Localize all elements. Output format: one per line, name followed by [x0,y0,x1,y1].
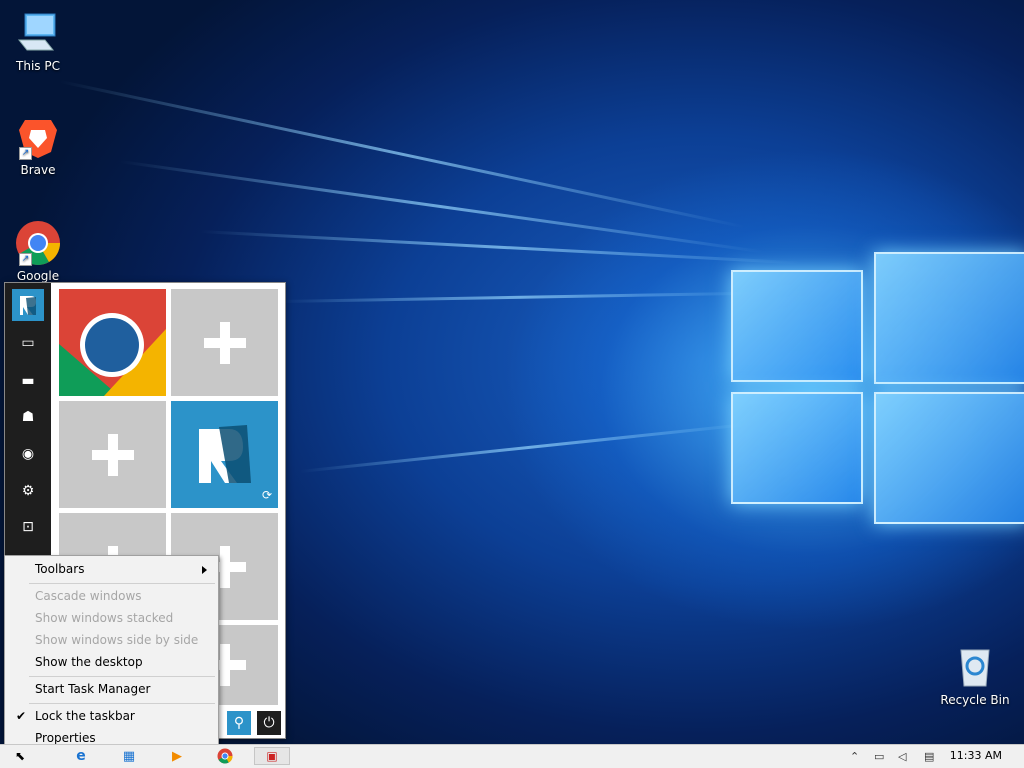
chrome-icon: ↗ [15,220,61,266]
folder-icon: ▬ [21,373,35,389]
menu-item-label: Cascade windows [35,589,142,603]
taskbar-media-player[interactable]: ▶ [168,747,186,765]
rail-users[interactable]: ☗ [12,401,44,433]
wallpaper-pane [731,392,863,504]
menu-item-start-task-manager[interactable]: Start Task Manager [6,679,217,700]
rail-folder[interactable]: ▬ [12,365,44,397]
start-menu-bottom-bar: ⚲ ⏻ [215,711,283,735]
taskbar: ⬉ e ▦ ▶ ▣ ⌃ ▭ ◁ ▤ 11:33 AM [0,744,1024,768]
network-icon: ◉ [21,446,35,462]
submenu-arrow-icon [202,566,207,574]
desktop-icon-label: Google [16,269,60,283]
desktop-icon-google[interactable]: ↗ Google [0,220,76,283]
rail-settings[interactable]: ⚙ [12,475,44,507]
plus-icon [203,321,246,364]
desktop-icon-brave[interactable]: ↗ Brave [0,114,76,177]
menu-item-label: Show windows stacked [35,611,174,625]
notification-tray-icon[interactable]: ▤ [924,750,934,763]
desktop-icon-label: This PC [16,59,60,73]
search-button[interactable]: ⚲ [227,711,251,735]
tile-add-1[interactable] [171,289,278,396]
edge-icon: e [76,748,86,764]
sync-icon: ⟳ [261,488,272,502]
menu-item-show-windows-stacked[interactable]: Show windows stacked [6,608,217,629]
shortcut-arrow-icon: ↗ [19,147,32,160]
settings-icon: ⚙ [21,483,35,499]
taskbar-clock[interactable]: 11:33 AM [950,749,1002,762]
menu-item-toolbars[interactable]: Toolbars [6,559,217,580]
brave-lion-icon: ↗ [15,114,61,160]
checkmark-icon: ✔ [16,709,27,723]
menu-separator [29,703,215,704]
performance-icon: ⊡ [22,519,34,535]
tile-app-logo[interactable]: ⟳ [171,401,278,508]
desktop-icon-label: Recycle Bin [940,693,1010,707]
taskbar-chrome[interactable] [216,747,234,765]
plus-icon [91,433,134,476]
wallpaper-beam [299,421,758,473]
menu-item-label: Toolbars [35,562,85,576]
taskbar-context-menu: Toolbars Cascade windows Show windows st… [4,555,219,751]
wallpaper-beam [279,291,760,303]
taskbar-app-window[interactable]: ▣ [254,747,290,765]
media-player-icon: ▶ [172,748,182,764]
rail-performance[interactable]: ⊡ [12,511,44,543]
computer-icon [15,10,61,56]
shortcut-arrow-icon: ↗ [19,253,32,266]
wallpaper-beam [119,160,764,254]
desktop-icon-recycle-bin[interactable]: Recycle Bin [937,644,1013,707]
taskbar-edge[interactable]: e [72,747,90,765]
chrome-icon [59,289,166,396]
menu-item-show-desktop[interactable]: Show the desktop [6,652,217,673]
app-logo-icon [20,296,36,315]
menu-item-lock-taskbar[interactable]: ✔ Lock the taskbar [6,706,217,727]
search-icon: ⚲ [233,715,245,731]
rail-app-logo[interactable] [12,289,44,321]
volume-tray-icon[interactable]: ◁ [898,750,906,763]
menu-separator [29,583,215,584]
cursor-icon: ⬉ [14,749,26,763]
menu-item-cascade-windows[interactable]: Cascade windows [6,586,217,607]
app-window-icon: ▣ [266,749,278,763]
menu-item-show-windows-side-by-side[interactable]: Show windows side by side [6,630,217,651]
wallpaper-beam [199,230,800,265]
menu-item-label: Lock the taskbar [35,709,135,723]
network-tray-icon[interactable]: ▭ [874,750,884,763]
power-button[interactable]: ⏻ [257,711,281,735]
menu-item-label: Start Task Manager [35,682,151,696]
wallpaper-beam [59,80,746,229]
power-icon: ⏻ [263,715,275,731]
tile-add-2[interactable] [59,401,166,508]
menu-item-label: Properties [35,731,96,745]
tile-chrome[interactable] [59,289,166,396]
recycle-bin-icon [952,644,998,690]
start-button[interactable]: ⬉ [0,747,40,765]
chrome-icon [217,748,233,764]
menu-item-label: Show windows side by side [35,633,199,647]
desktop-icon-this-pc[interactable]: This PC [0,10,76,73]
monitor-icon: ▭ [21,335,35,351]
store-icon: ▦ [122,748,136,764]
users-icon: ☗ [21,409,35,425]
wallpaper-pane [731,270,863,382]
rail-monitor[interactable]: ▭ [12,327,44,359]
wallpaper-pane [874,252,1024,384]
rail-network[interactable]: ◉ [12,438,44,470]
desktop-icon-label: Brave [20,163,56,177]
menu-item-label: Show the desktop [35,655,143,669]
wallpaper-pane [874,392,1024,524]
show-hidden-icons-chevron[interactable]: ⌃ [850,750,859,763]
menu-separator [29,676,215,677]
taskbar-store[interactable]: ▦ [120,747,138,765]
